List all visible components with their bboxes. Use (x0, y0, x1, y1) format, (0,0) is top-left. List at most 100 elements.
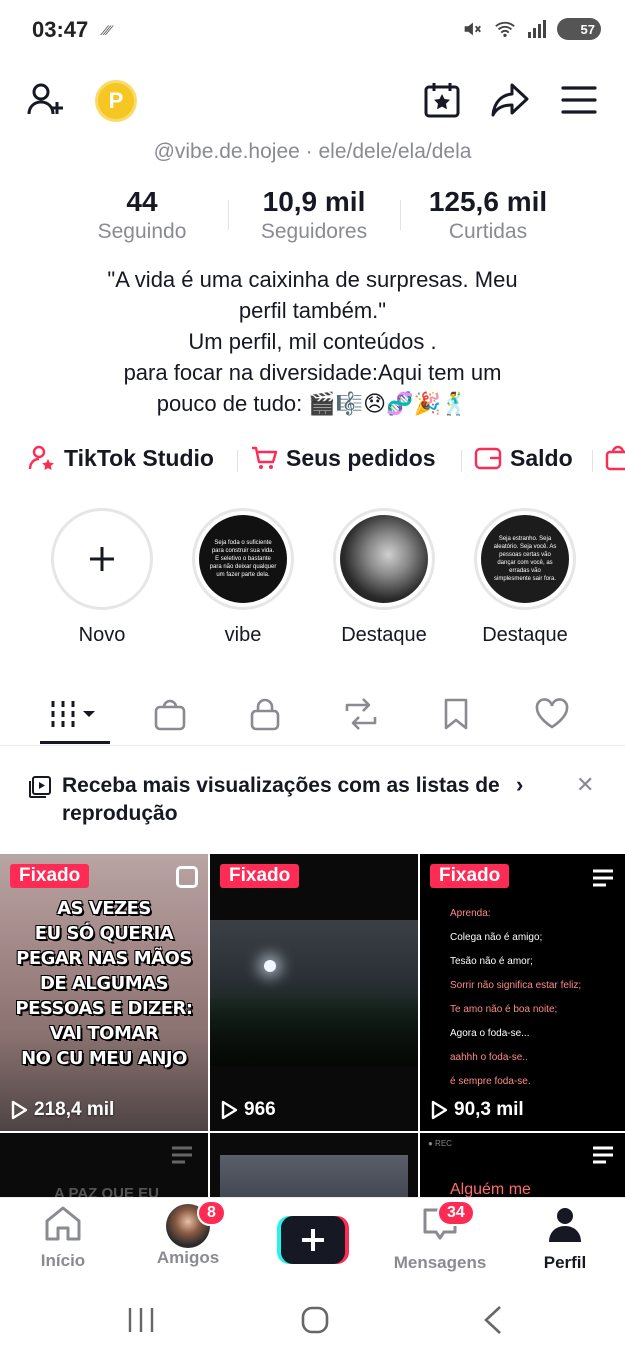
tiktok-studio-link[interactable]: TikTok Studio (28, 438, 214, 478)
overlay-line: aahhh o foda-se.. (450, 1052, 528, 1063)
playlist-icon (29, 776, 51, 798)
tree-silhouette (210, 998, 418, 1066)
create-button-face (281, 1216, 345, 1264)
plus-icon (302, 1229, 324, 1251)
video-thumbnail[interactable]: A PAZ QUE EU (0, 1133, 208, 1197)
mute-icon (464, 22, 481, 36)
view-count: 966 (220, 1099, 276, 1121)
tab-saved[interactable] (421, 686, 491, 742)
overlay-line: NO CU MEU ANJO (21, 1048, 187, 1069)
profile-top-bar: P (0, 72, 625, 128)
tab-private[interactable] (230, 686, 300, 742)
stat-divider (400, 200, 401, 230)
video-overlay-text: Aprenda: Colega não é amigo; Tesão não é… (450, 902, 625, 1094)
tab-shop[interactable] (135, 686, 205, 742)
heart-icon (535, 698, 569, 729)
highlight-circle (333, 508, 435, 610)
overlay-line: DE ALGUMAS (39, 973, 169, 994)
pinned-badge: Fixado (10, 864, 90, 888)
back-icon[interactable] (480, 1305, 506, 1335)
highlight-thumbnail: Seja estranho. Seja aleatório. Seja você… (481, 515, 569, 603)
highlight-destaque-1[interactable]: Destaque (332, 508, 436, 647)
nav-profile[interactable]: Perfil (510, 1204, 620, 1273)
overlay-line: A PAZ QUE EU (54, 1185, 160, 1197)
video-thumbnail[interactable]: Fixado AS VEZES EU SÓ QUERIA PEGAR NAS M… (0, 854, 208, 1131)
rec-indicator: ● REC (428, 1139, 452, 1148)
tiktok-studio-label: TikTok Studio (64, 444, 214, 471)
video-grid: Fixado AS VEZES EU SÓ QUERIA PEGAR NAS M… (0, 854, 625, 1197)
close-icon[interactable]: ✕ (576, 772, 594, 798)
playlist-promo-banner[interactable]: Receba mais visualizações com as listas … (0, 764, 625, 834)
plus-icon (90, 547, 114, 571)
stat-followers[interactable]: 10,9 mil Seguidores (240, 186, 388, 244)
link-divider (461, 450, 462, 472)
profile-stats: 44 Seguindo 10,9 mil Seguidores 125,6 mi… (0, 186, 625, 250)
tab-videos[interactable] (40, 686, 110, 742)
tab-reposts[interactable] (326, 686, 396, 742)
overlay-line: Sorrir não significa estar feliz; (450, 980, 582, 991)
videos-grid-icon (51, 701, 95, 727)
shopping-bag-icon (605, 445, 625, 471)
view-count-value: 90,3 mil (454, 1099, 524, 1120)
nav-profile-label: Perfil (543, 1253, 587, 1272)
profile-handle: @vibe.de.hojee · ele/dele/ela/dela (153, 140, 472, 163)
story-highlights: Novo Seja foda o suficiente para constru… (0, 508, 625, 658)
nav-home[interactable]: Início (8, 1204, 118, 1271)
play-icon (431, 1100, 448, 1120)
system-navigation-bar (0, 1283, 625, 1359)
bottom-navigation: Início 8 Amigos 34 Mensagens Perfil (0, 1197, 625, 1283)
view-count: 218,4 mil (10, 1099, 114, 1121)
text-post-icon (593, 1146, 613, 1164)
following-label: Seguindo (97, 220, 187, 243)
highlight-new[interactable]: Novo (50, 508, 154, 647)
wifi-icon (495, 21, 515, 38)
tab-liked[interactable] (517, 686, 587, 742)
bio-line: perfil também." (238, 298, 387, 323)
recent-apps-icon[interactable] (126, 1305, 156, 1335)
stat-likes[interactable]: 125,6 mil Curtidas (408, 186, 568, 244)
highlight-circle: Seja foda o suficiente para construir su… (192, 508, 294, 610)
nav-friends[interactable]: 8 Amigos (133, 1200, 243, 1268)
repost-icon (345, 698, 377, 730)
highlight-thumbnail: Seja foda o suficiente para construir su… (199, 515, 287, 603)
create-button[interactable] (277, 1216, 349, 1264)
video-frame (220, 1155, 408, 1197)
pinned-badge: Fixado (430, 864, 510, 888)
shop-link[interactable] (604, 438, 625, 478)
balance-link[interactable]: Saldo (474, 438, 573, 478)
highlight-photo (340, 515, 428, 603)
coins-button[interactable]: P (95, 80, 137, 122)
play-icon (11, 1100, 28, 1120)
view-count-value: 966 (244, 1099, 276, 1120)
balance-label: Saldo (510, 444, 573, 471)
status-time: 03:47 (32, 17, 89, 42)
share-profile-button[interactable] (486, 72, 534, 128)
view-count-value: 218,4 mil (34, 1099, 115, 1120)
messages-badge: 34 (437, 1200, 475, 1226)
wallet-icon (474, 447, 502, 470)
orders-link[interactable]: Seus pedidos (250, 438, 436, 478)
highlight-vibe[interactable]: Seja foda o suficiente para construir su… (191, 508, 295, 647)
promo-text: Receba mais visualizações com as listas … (62, 774, 500, 825)
add-friend-button[interactable] (22, 72, 70, 128)
home-button-icon[interactable] (300, 1305, 330, 1335)
likes-count: 125,6 mil (428, 186, 548, 217)
highlight-label: Novo (78, 624, 126, 646)
video-thumbnail[interactable]: Fixado 966 (210, 854, 418, 1131)
calendar-button[interactable] (418, 72, 466, 128)
link-divider (237, 450, 238, 472)
video-thumbnail[interactable] (210, 1133, 418, 1197)
video-thumbnail[interactable]: Fixado Aprenda: Colega não é amigo; Tesã… (420, 854, 625, 1131)
coin-icon: P (108, 88, 124, 113)
chevron-right-icon: › (516, 772, 524, 797)
text-post-icon (172, 1146, 192, 1164)
highlight-new-circle (51, 508, 153, 610)
video-thumbnail[interactable]: ● REC Alguém me (420, 1133, 625, 1197)
stat-following[interactable]: 44 Seguindo (76, 186, 208, 244)
nav-home-label: Início (40, 1251, 86, 1270)
nav-messages[interactable]: 34 Mensagens (385, 1200, 495, 1273)
lock-icon (250, 698, 280, 731)
highlight-destaque-2[interactable]: Seja estranho. Seja aleatório. Seja você… (473, 508, 577, 647)
battery-indicator: 57 (557, 18, 601, 40)
menu-button[interactable] (555, 72, 603, 128)
